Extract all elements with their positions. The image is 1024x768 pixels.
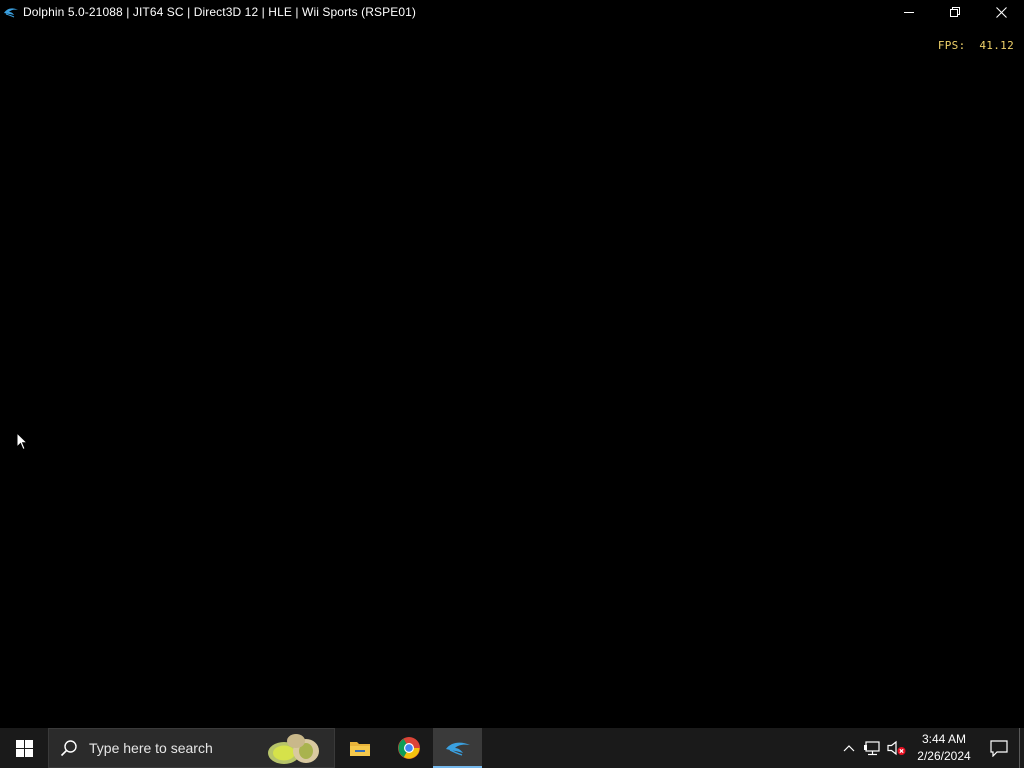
action-center-button[interactable] [979,728,1019,768]
minimize-button[interactable] [886,0,932,24]
windows-logo-icon [15,739,33,757]
taskbar-app-dolphin[interactable] [433,728,482,768]
fps-counter: FPS: 41.12 [938,39,1014,52]
chrome-icon [397,737,420,759]
search-placeholder: Type here to search [89,740,213,756]
taskbar-clock[interactable]: 3:44 AM 2/26/2024 [909,728,979,768]
window-title: Dolphin 5.0-21088 | JIT64 SC | Direct3D … [23,5,416,19]
taskbar-app-file-explorer[interactable] [335,728,384,768]
taskbar-search-box[interactable]: Type here to search [48,728,335,768]
restore-button[interactable] [932,0,978,24]
dolphin-icon [445,742,470,756]
fps-value: 41.12 [979,39,1014,52]
close-button[interactable] [978,0,1024,24]
minimize-icon [904,12,914,13]
show-desktop-button[interactable] [1019,728,1024,768]
dolphin-icon [2,4,20,20]
taskbar-app-chrome[interactable] [384,728,433,768]
clock-time: 3:44 AM [921,732,967,746]
start-button[interactable] [0,728,48,768]
search-icon [49,739,89,757]
fps-label: FPS: [937,39,966,52]
notification-icon [990,739,1008,757]
volume-muted-icon [887,740,906,756]
taskbar-empty-area [482,728,837,768]
title-bar[interactable]: Dolphin 5.0-21088 | JIT64 SC | Direct3D … [0,0,1024,24]
mouse-cursor-icon [16,432,28,451]
search-highlight-image [268,734,319,764]
show-hidden-icons-button[interactable] [837,728,861,768]
network-icon [864,741,880,756]
game-viewport[interactable]: FPS: 41.12 [0,24,1024,728]
window-controls [886,0,1024,24]
folder-icon [349,742,370,756]
chevron-up-icon [843,745,855,752]
volume-tray-button[interactable] [885,728,909,768]
restore-icon [950,7,960,17]
close-icon [995,6,1007,18]
taskbar: Type here to search 3:44 AM 2/26/2024 [0,728,1024,768]
network-tray-button[interactable] [861,728,885,768]
system-tray: 3:44 AM 2/26/2024 [837,728,1024,768]
clock-date: 2/26/2024 [917,749,971,763]
